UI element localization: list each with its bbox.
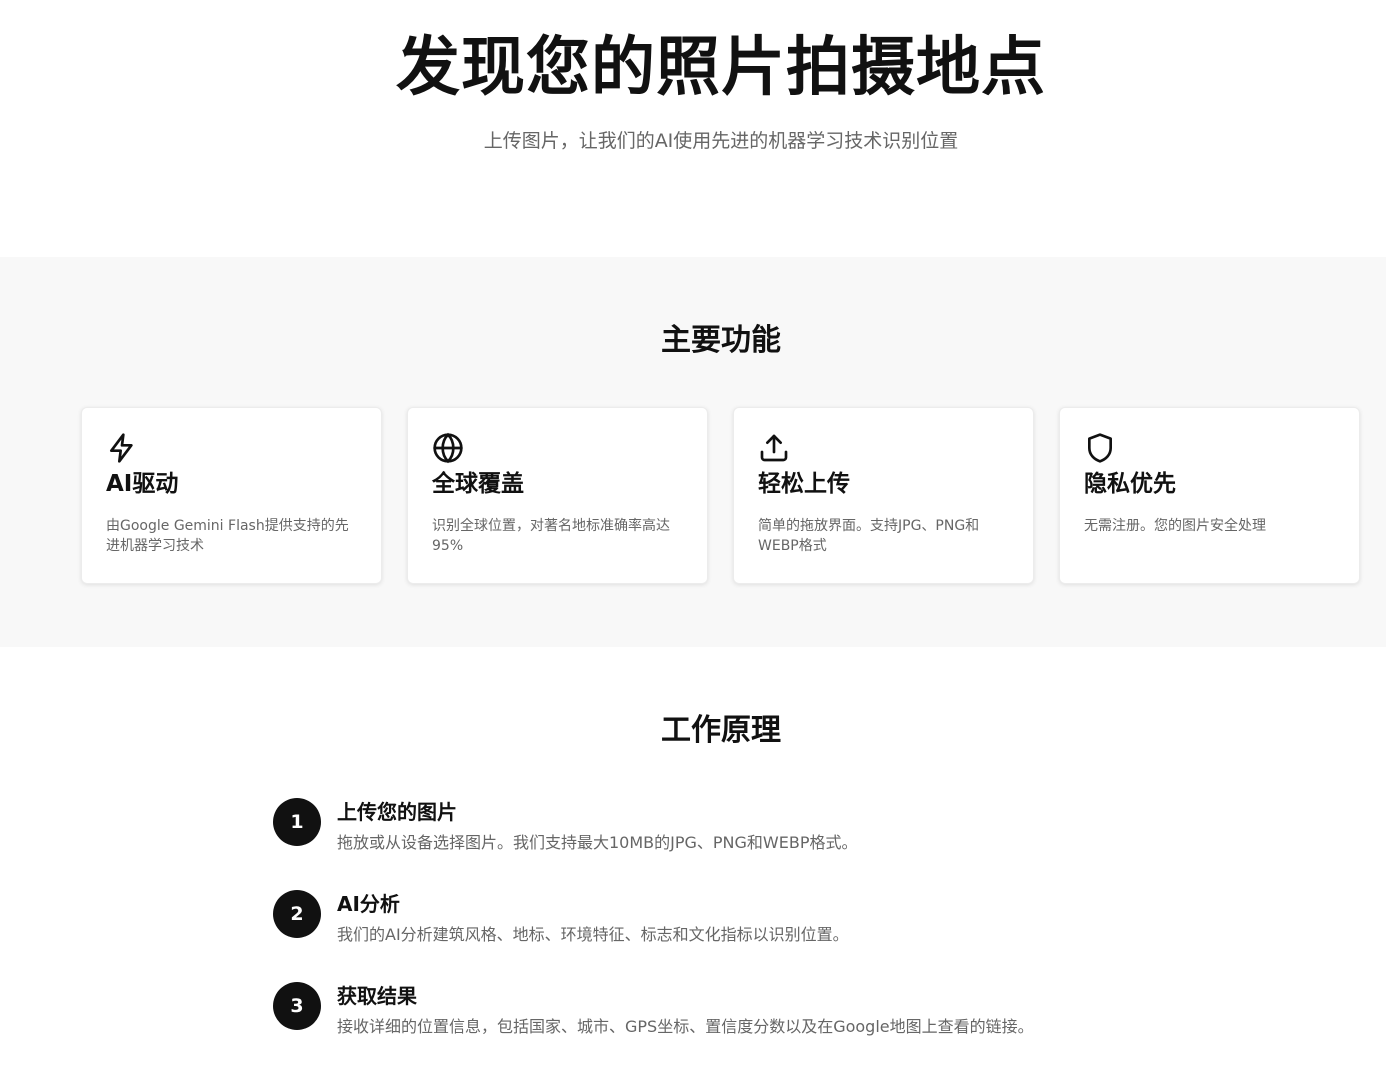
hero-subtitle: 上传图片，让我们的AI使用先进的机器学习技术识别位置	[483, 130, 959, 152]
feature-card-desc: 识别全球位置，对著名地标准确率高达95%	[432, 518, 670, 554]
feature-card-title: 隐私优先	[1084, 471, 1176, 497]
how-it-works-title: 工作原理	[661, 713, 781, 748]
feature-card-title: AI驱动	[106, 471, 179, 497]
step-number-badge: 1	[273, 798, 321, 846]
step-number-badge: 2	[273, 890, 321, 938]
hero-section: 发现您的照片拍摄地点 上传图片，让我们的AI使用先进的机器学习技术识别位置	[0, 0, 1386, 257]
feature-card-global: 全球覆盖 识别全球位置，对著名地标准确率高达95%	[407, 407, 708, 584]
globe-icon	[432, 432, 464, 464]
feature-card-desc: 由Google Gemini Flash提供支持的先进机器学习技术	[106, 518, 349, 554]
upload-icon	[758, 432, 790, 464]
feature-card-desc: 无需注册。您的图片安全处理	[1084, 518, 1266, 534]
step-item: 1 上传您的图片 拖放或从设备选择图片。我们支持最大10MB的JPG、PNG和W…	[273, 797, 1093, 859]
step-desc: 我们的AI分析建筑风格、地标、环境特征、标志和文化指标以识别位置。	[337, 925, 849, 944]
step-item: 2 AI分析 我们的AI分析建筑风格、地标、环境特征、标志和文化指标以识别位置。	[273, 889, 1093, 951]
step-item: 3 获取结果 接收详细的位置信息，包括国家、城市、GPS坐标、置信度分数以及在G…	[273, 981, 1093, 1043]
feature-cards: AI驱动 由Google Gemini Flash提供支持的先进机器学习技术 全…	[0, 407, 1386, 587]
step-title: AI分析	[337, 892, 400, 916]
feature-card-privacy: 隐私优先 无需注册。您的图片安全处理	[1059, 407, 1360, 584]
step-number-badge: 3	[273, 982, 321, 1030]
feature-card-desc: 简单的拖放界面。支持JPG、PNG和WEBP格式	[758, 518, 980, 554]
feature-card-upload: 轻松上传 简单的拖放界面。支持JPG、PNG和WEBP格式	[733, 407, 1034, 584]
step-title: 上传您的图片	[337, 800, 457, 824]
step-title: 获取结果	[337, 984, 417, 1008]
hero-title: 发现您的照片拍摄地点	[396, 31, 1046, 105]
shield-icon	[1084, 432, 1116, 464]
steps-list: 1 上传您的图片 拖放或从设备选择图片。我们支持最大10MB的JPG、PNG和W…	[0, 797, 1386, 1070]
features-section: 主要功能 AI驱动 由Google Gemini Flash提供支持的先进机器学…	[0, 257, 1386, 647]
step-desc: 拖放或从设备选择图片。我们支持最大10MB的JPG、PNG和WEBP格式。	[337, 833, 858, 852]
feature-card-ai: AI驱动 由Google Gemini Flash提供支持的先进机器学习技术	[81, 407, 382, 584]
feature-card-title: 轻松上传	[758, 471, 850, 497]
lightning-icon	[106, 432, 138, 464]
features-title: 主要功能	[661, 323, 781, 358]
how-it-works-section: 工作原理 1 上传您的图片 拖放或从设备选择图片。我们支持最大10MB的JPG、…	[0, 647, 1386, 1070]
feature-card-title: 全球覆盖	[432, 471, 524, 497]
step-desc: 接收详细的位置信息，包括国家、城市、GPS坐标、置信度分数以及在Google地图…	[337, 1017, 1034, 1036]
